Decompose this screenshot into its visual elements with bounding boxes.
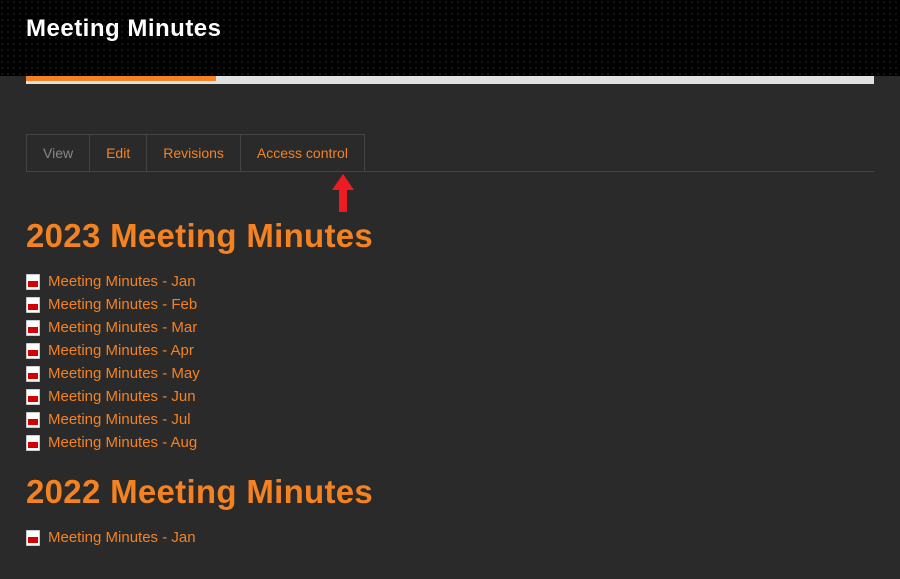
pdf-icon xyxy=(26,320,40,336)
file-list-2022: Meeting Minutes - Jan xyxy=(26,529,874,546)
tab-revisions[interactable]: Revisions xyxy=(146,134,241,171)
list-item: Meeting Minutes - Jan xyxy=(26,529,874,546)
content-area: View Edit Revisions Access control 2023 … xyxy=(0,84,900,546)
tab-label: View xyxy=(43,145,73,161)
header-underline xyxy=(26,76,874,84)
file-link[interactable]: Meeting Minutes - Jan xyxy=(48,273,196,290)
pdf-icon xyxy=(26,530,40,546)
file-link[interactable]: Meeting Minutes - Aug xyxy=(48,434,197,451)
tab-access-control[interactable]: Access control xyxy=(240,134,365,171)
tab-bar: View Edit Revisions Access control xyxy=(26,134,874,172)
file-link[interactable]: Meeting Minutes - Jul xyxy=(48,411,191,428)
pdf-icon xyxy=(26,366,40,382)
file-list-2023: Meeting Minutes - Jan Meeting Minutes - … xyxy=(26,273,874,451)
file-link[interactable]: Meeting Minutes - Mar xyxy=(48,319,197,336)
tab-label: Access control xyxy=(257,145,348,161)
tab-edit[interactable]: Edit xyxy=(89,134,147,171)
page-header: Meeting Minutes xyxy=(0,0,900,76)
tab-label: Edit xyxy=(106,145,130,161)
file-link[interactable]: Meeting Minutes - Feb xyxy=(48,296,197,313)
pdf-icon xyxy=(26,389,40,405)
arrow-annotation-icon xyxy=(332,174,354,212)
list-item: Meeting Minutes - May xyxy=(26,365,874,382)
pdf-icon xyxy=(26,297,40,313)
file-link[interactable]: Meeting Minutes - Jun xyxy=(48,388,196,405)
pdf-icon xyxy=(26,343,40,359)
list-item: Meeting Minutes - Mar xyxy=(26,319,874,336)
list-item: Meeting Minutes - Aug xyxy=(26,434,874,451)
pdf-icon xyxy=(26,412,40,428)
section-heading-2022: 2022 Meeting Minutes xyxy=(26,473,874,511)
file-link[interactable]: Meeting Minutes - Apr xyxy=(48,342,194,359)
list-item: Meeting Minutes - Jul xyxy=(26,411,874,428)
list-item: Meeting Minutes - Feb xyxy=(26,296,874,313)
section-heading-2023: 2023 Meeting Minutes xyxy=(26,217,874,255)
list-item: Meeting Minutes - Jun xyxy=(26,388,874,405)
header-underline-active xyxy=(26,76,216,81)
page-title: Meeting Minutes xyxy=(26,15,874,43)
list-item: Meeting Minutes - Apr xyxy=(26,342,874,359)
file-link[interactable]: Meeting Minutes - Jan xyxy=(48,529,196,546)
pdf-icon xyxy=(26,435,40,451)
list-item: Meeting Minutes - Jan xyxy=(26,273,874,290)
pdf-icon xyxy=(26,274,40,290)
file-link[interactable]: Meeting Minutes - May xyxy=(48,365,200,382)
tab-label: Revisions xyxy=(163,145,224,161)
tab-view[interactable]: View xyxy=(26,134,90,171)
